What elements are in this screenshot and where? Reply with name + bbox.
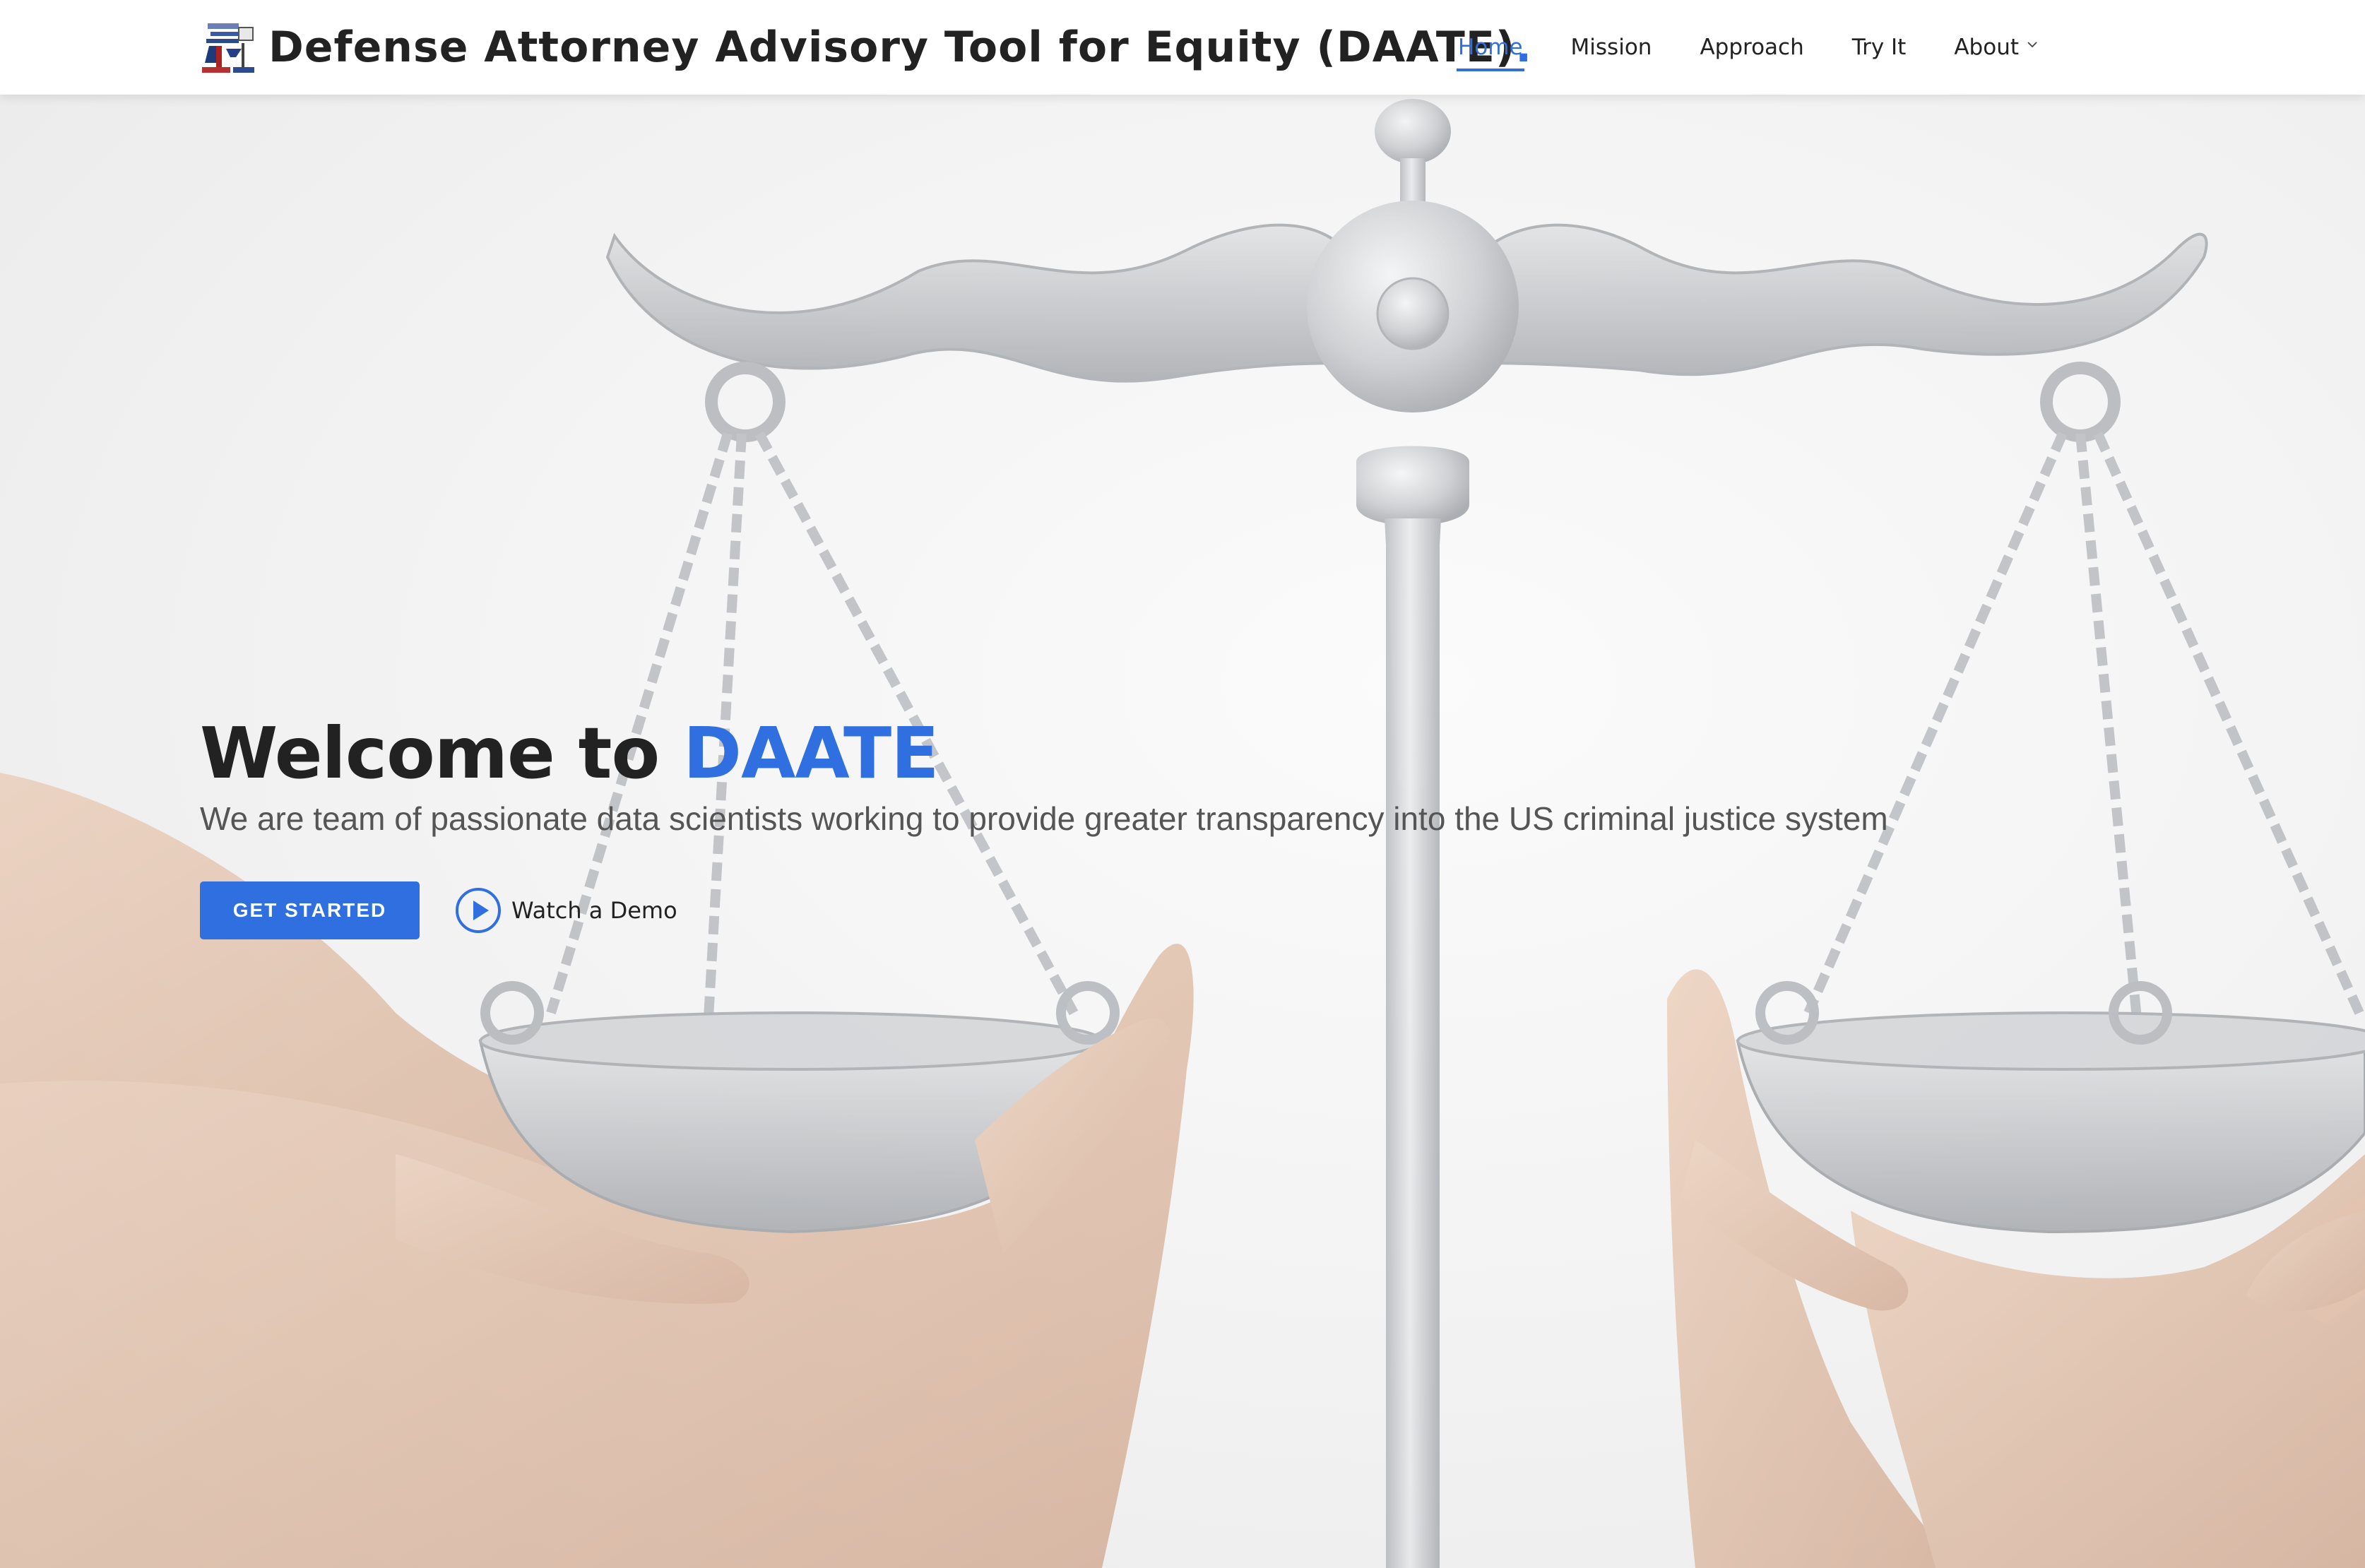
cta-row: GET STARTED Watch a Demo [200, 881, 2037, 939]
nav-item-try-it[interactable]: Try It [1852, 35, 1907, 60]
main-nav: Home Mission Approach Try It About [1434, 21, 2061, 73]
brand[interactable]: Defense Attorney Advisory Tool for Equit… [199, 17, 1531, 78]
play-circle-icon [456, 888, 501, 933]
nav-item-home[interactable]: Home [1457, 35, 1524, 71]
scales-of-justice-logo-icon [202, 23, 254, 73]
site-title: Defense Attorney Advisory Tool for Equit… [268, 23, 1516, 72]
watch-demo-label: Watch a Demo [511, 897, 677, 924]
hero-title-prefix: Welcome to [200, 712, 683, 795]
hero-subtitle: We are team of passionate data scientist… [200, 800, 1888, 837]
watch-demo-link[interactable]: Watch a Demo [455, 887, 677, 934]
hero-title: Welcome to DAATE [200, 715, 2037, 792]
get-started-button[interactable]: GET STARTED [200, 881, 420, 939]
hero-title-accent: DAATE [682, 712, 940, 795]
chevron-down-icon [2027, 42, 2037, 48]
nav-item-about-label: About [1954, 35, 2019, 60]
site-header: Defense Attorney Advisory Tool for Equit… [0, 0, 2365, 95]
nav-item-about[interactable]: About [1954, 35, 2037, 60]
nav-item-mission[interactable]: Mission [1571, 35, 1652, 60]
hero-section: Welcome to DAATE We are team of passiona… [0, 95, 2365, 1568]
hero-content: Welcome to DAATE We are team of passiona… [200, 715, 2037, 939]
nav-item-approach[interactable]: Approach [1700, 35, 1803, 60]
